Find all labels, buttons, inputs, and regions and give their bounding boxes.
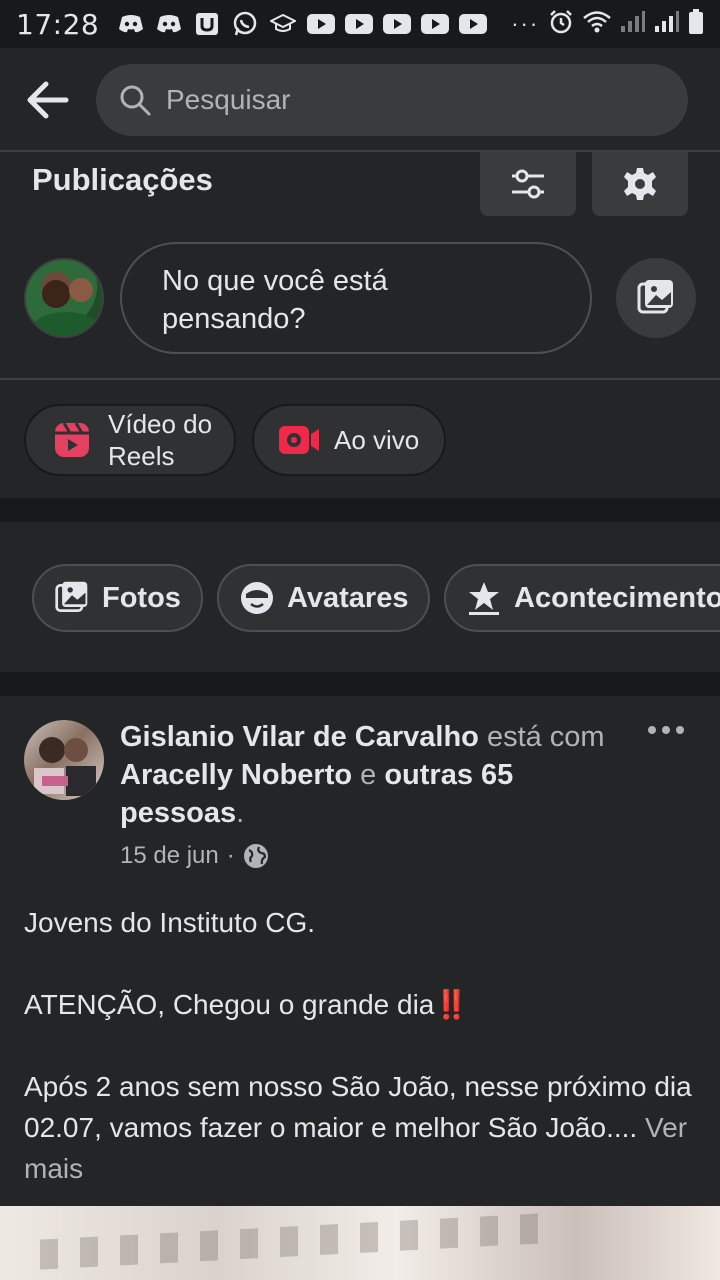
composer-prompt-line2: pensando? — [162, 303, 306, 335]
dot — [662, 726, 670, 734]
photo-icon — [637, 280, 673, 314]
feed-post: Gislanio Vilar de Carvalho está com Arac… — [0, 696, 720, 1206]
top-bar: Pesquisar — [0, 48, 720, 152]
dot — [676, 726, 684, 734]
post-author-avatar[interactable] — [24, 720, 104, 800]
status-time: 17:28 — [16, 7, 100, 41]
post-paragraph: Jovens do Instituto CG. — [24, 907, 316, 938]
signal-icon — [620, 10, 646, 39]
author-photo — [34, 737, 96, 796]
search-placeholder: Pesquisar — [166, 84, 291, 115]
youtube-icon — [421, 14, 450, 34]
settings-button[interactable] — [592, 152, 688, 216]
with-text: está com — [486, 721, 605, 753]
profile-avatar[interactable] — [24, 258, 104, 338]
alarm-icon — [548, 9, 574, 40]
star-flag-icon — [469, 582, 499, 615]
events-chip-label: Acontecimentos — [514, 581, 720, 614]
whatsapp-icon — [231, 11, 259, 36]
profile-chips-row: Fotos Avatares Acontecimentos — [0, 522, 720, 672]
avatar-icon — [241, 582, 273, 614]
publications-section: Publicações No que você está pensando? — [0, 152, 720, 378]
sliders-icon — [512, 169, 544, 199]
avatars-chip[interactable]: Avatares — [217, 564, 431, 632]
post-body: Jovens do Instituto CG. ATENÇÃO, Chegou … — [24, 902, 704, 1189]
profile-photo — [30, 278, 102, 336]
post-paragraph-text: ATENÇÃO, Chegou o grande dia — [24, 989, 435, 1020]
add-photo-button[interactable] — [616, 258, 696, 338]
post-composer[interactable]: No que você está pensando? — [120, 242, 592, 354]
post-paragraph: Após 2 anos sem nosso São João, nesse pr… — [24, 1066, 704, 1189]
photos-chip[interactable]: Fotos — [32, 564, 203, 632]
post-date[interactable]: 15 de jun — [120, 842, 219, 870]
meta-separator: · — [226, 842, 235, 869]
system-icons — [548, 8, 704, 40]
section-separator — [0, 498, 720, 522]
composer-prompt-line1: No que você está — [162, 265, 388, 297]
udemy-icon — [193, 13, 221, 35]
battery-icon — [688, 8, 704, 40]
section-title: Publicações — [32, 162, 213, 197]
post-paragraph-text: Após 2 anos sem nosso São João, nesse pr… — [24, 1071, 692, 1143]
signal-icon — [654, 10, 680, 39]
wifi-icon — [582, 10, 612, 39]
section-separator — [0, 672, 720, 696]
post-meta: 15 de jun · — [120, 842, 269, 870]
more-notifications-icon: ··· — [511, 11, 540, 36]
dot — [648, 726, 656, 734]
avatars-chip-label: Avatares — [287, 581, 409, 614]
back-button[interactable] — [22, 78, 72, 122]
discord-icon — [155, 13, 183, 35]
reels-icon — [55, 422, 89, 457]
reels-label-line2: Reels — [108, 441, 175, 471]
live-label: Ao vivo — [334, 425, 420, 455]
status-bar: 17:28 ··· — [0, 0, 720, 48]
live-video-icon — [279, 426, 319, 454]
search-input[interactable]: Pesquisar — [96, 64, 688, 136]
back-arrow-icon — [27, 81, 69, 119]
graduation-cap-icon — [269, 13, 297, 35]
reels-video-button[interactable]: Vídeo do Reels — [24, 404, 236, 476]
post-paragraph: ATENÇÃO, Chegou o grande dia‼️ — [24, 984, 704, 1025]
author-name-link[interactable]: Gislanio Vilar de Carvalho — [120, 721, 479, 753]
youtube-icon — [307, 14, 336, 34]
gear-icon — [624, 168, 656, 200]
filter-button[interactable] — [480, 152, 576, 216]
and-text: e — [360, 759, 377, 791]
live-button[interactable]: Ao vivo — [252, 404, 446, 476]
youtube-icon — [459, 14, 488, 34]
events-chip[interactable]: Acontecimentos — [444, 564, 720, 632]
photo-icon — [55, 581, 88, 612]
notification-icons: ··· — [117, 11, 539, 37]
globe-icon[interactable] — [243, 843, 269, 869]
double-exclamation-emoji: ‼️ — [434, 989, 470, 1020]
post-image[interactable] — [0, 1206, 720, 1280]
post-more-options-button[interactable] — [648, 726, 684, 738]
discord-icon — [117, 13, 145, 35]
photos-chip-label: Fotos — [102, 581, 181, 614]
youtube-icon — [383, 14, 412, 34]
post-header-text: Gislanio Vilar de Carvalho está com Arac… — [120, 718, 640, 832]
reels-label-line1: Vídeo do — [108, 409, 213, 439]
youtube-icon — [345, 14, 374, 34]
tagged-person-link[interactable]: Aracelly Noberto — [120, 759, 352, 791]
quick-actions-row: Vídeo do Reels Ao vivo — [0, 380, 720, 498]
period-text: . — [236, 797, 245, 829]
search-icon — [120, 85, 151, 116]
